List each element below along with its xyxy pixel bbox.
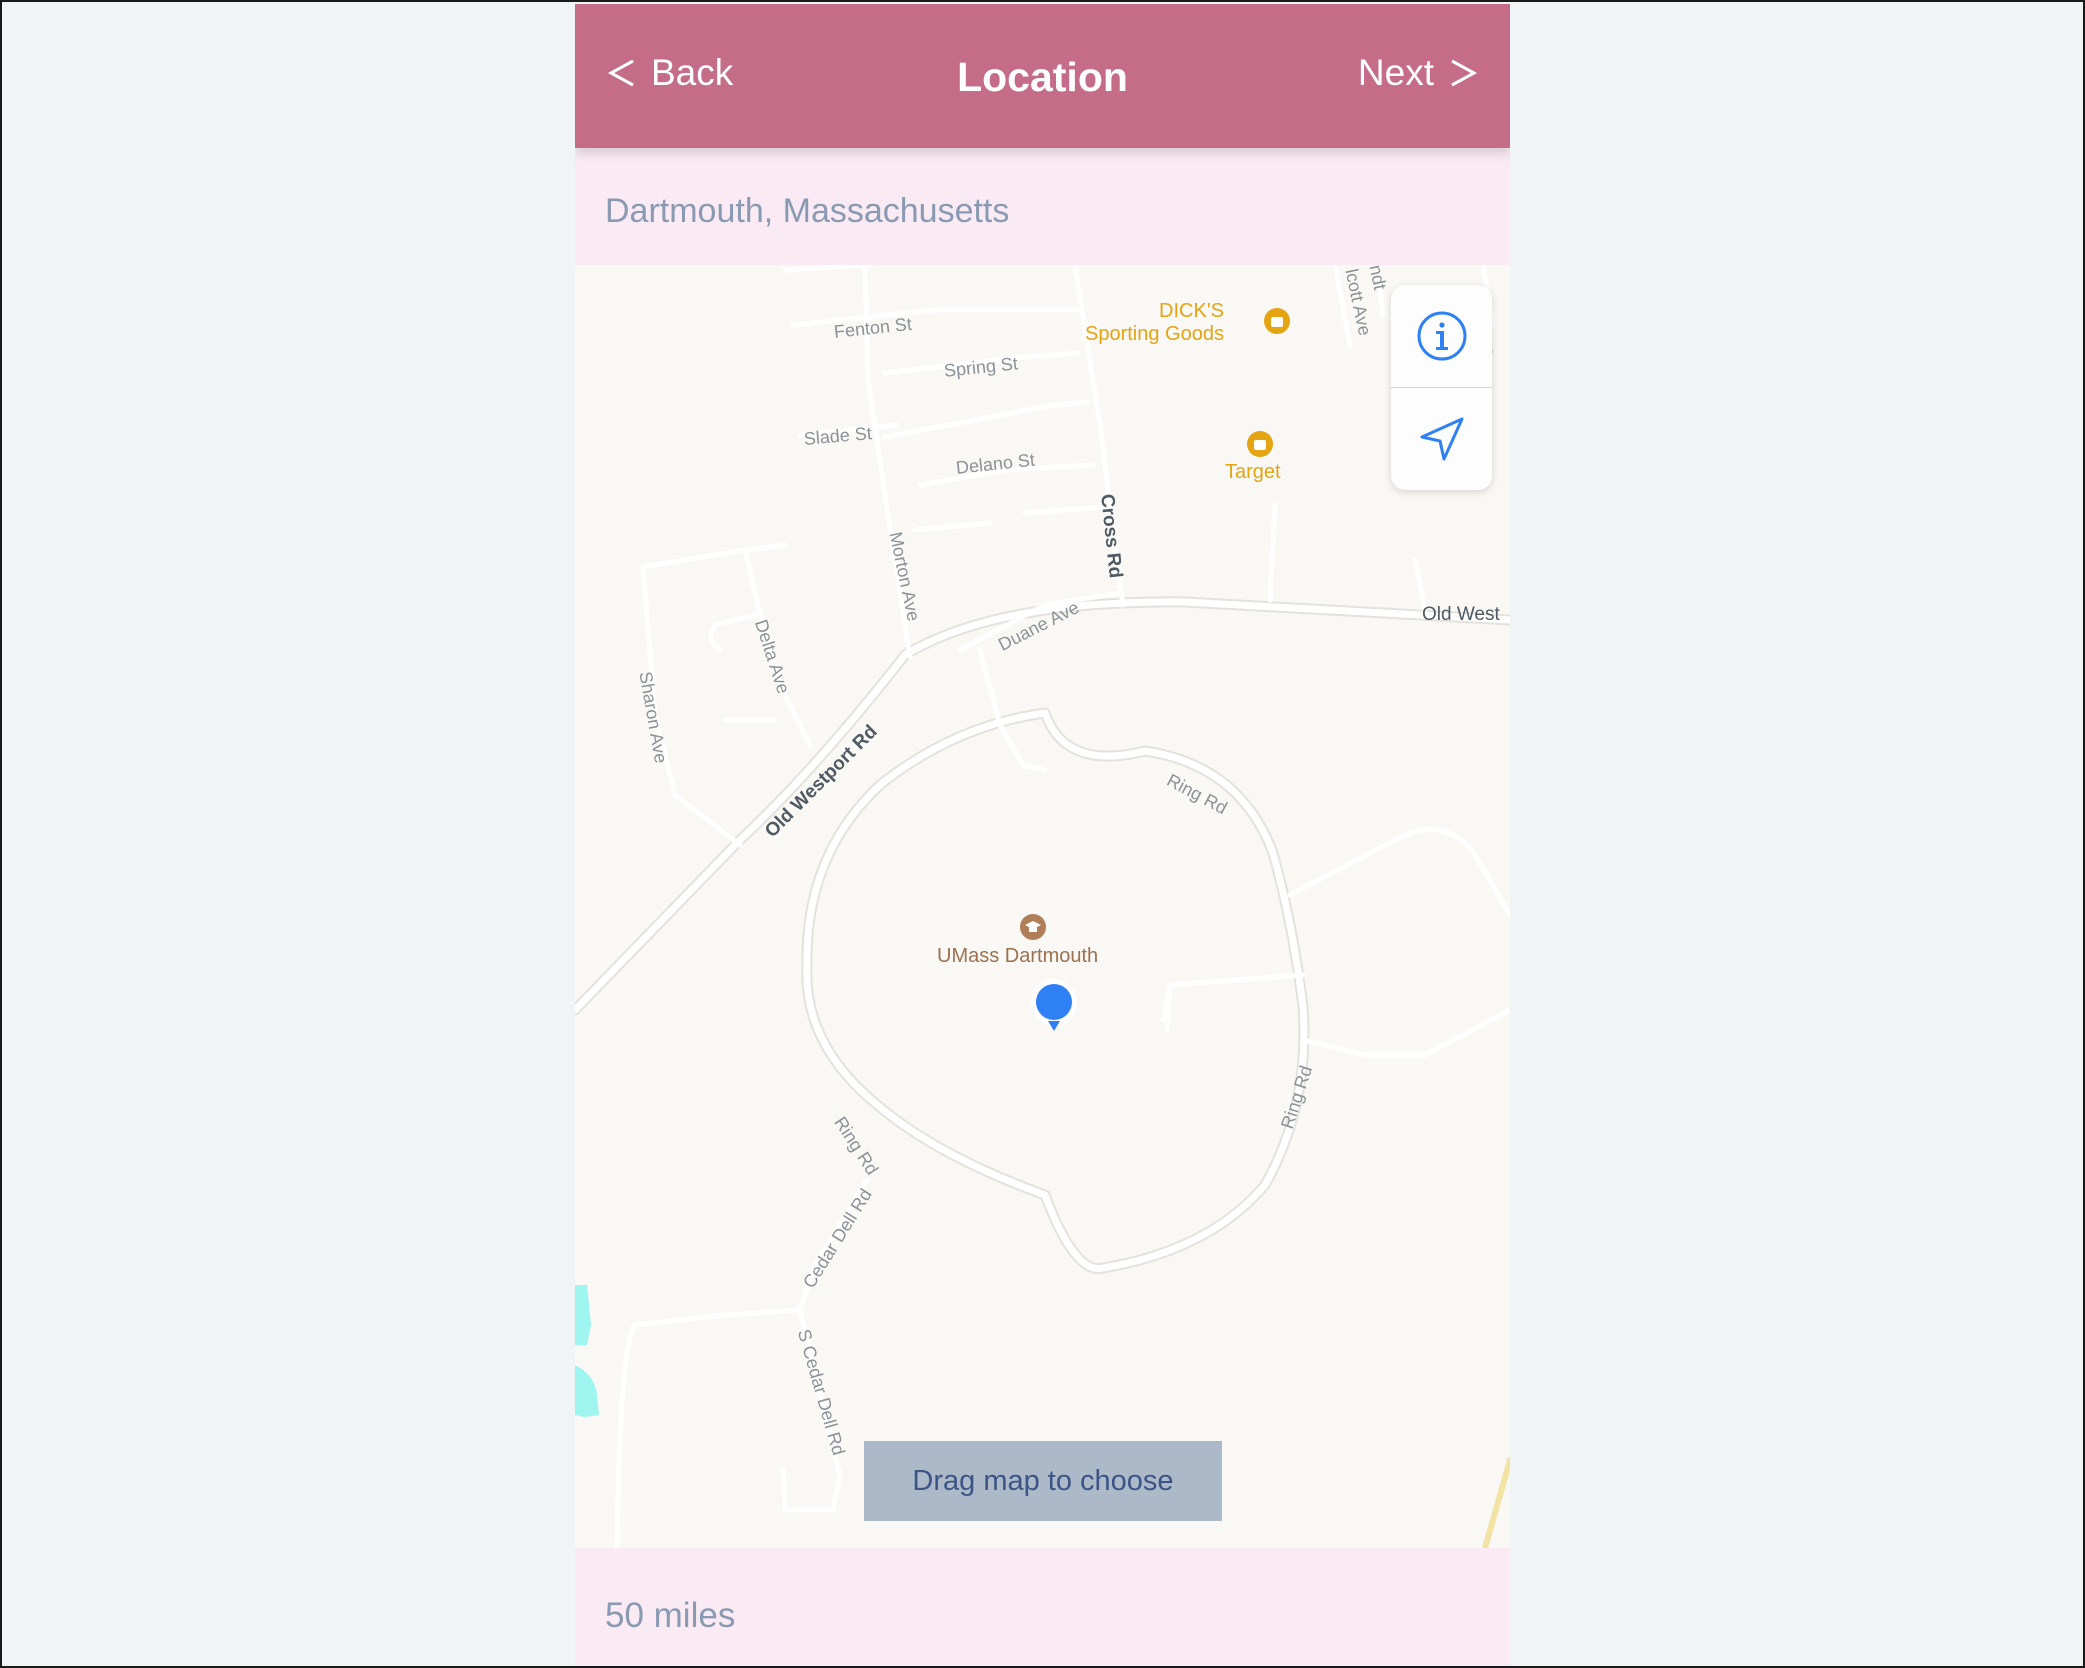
radius-text: 50 miles [605,1596,736,1635]
drag-hint-banner: Drag map to choose [864,1441,1222,1521]
location-arrow-icon [1420,417,1463,461]
location-text: Dartmouth, Massachusetts [605,192,1010,230]
map-roads [575,265,1510,1548]
poi-dicks-line1: DICK'S [1159,300,1224,322]
navigation-bar: Back Location Next [575,4,1510,148]
map-view[interactable]: Fenton St Spring St Slade St Delano St M… [575,265,1510,1548]
street-label-cut-1: ndt [1365,265,1391,292]
poi-dicks-line2: Sporting Goods [1085,323,1224,345]
info-icon [1417,311,1466,361]
phone-screen: Back Location Next Dartmouth, Massachuse… [575,4,1510,1668]
map-controls [1391,285,1492,490]
shopping-bag-icon [1247,431,1273,457]
drag-hint-text: Drag map to choose [912,1464,1174,1497]
chevron-right-icon [1451,59,1478,87]
poi-dicks[interactable]: DICK'S Sporting Goods [1085,300,1224,346]
locate-me-button[interactable] [1391,388,1492,490]
location-field[interactable]: Dartmouth, Massachusetts [575,148,1510,265]
next-button[interactable]: Next [1358,52,1480,94]
radius-field[interactable]: 50 miles [575,1548,1510,1668]
street-label-old-west: Old West [1422,604,1500,625]
poi-umass-dartmouth[interactable]: UMass Dartmouth [937,945,1098,968]
info-button[interactable] [1391,285,1492,387]
shopping-bag-icon [1264,308,1290,334]
next-label: Next [1357,52,1434,93]
map-pin-icon[interactable] [1029,979,1079,1037]
poi-target[interactable]: Target [1225,461,1281,484]
graduation-cap-icon [1020,914,1046,940]
